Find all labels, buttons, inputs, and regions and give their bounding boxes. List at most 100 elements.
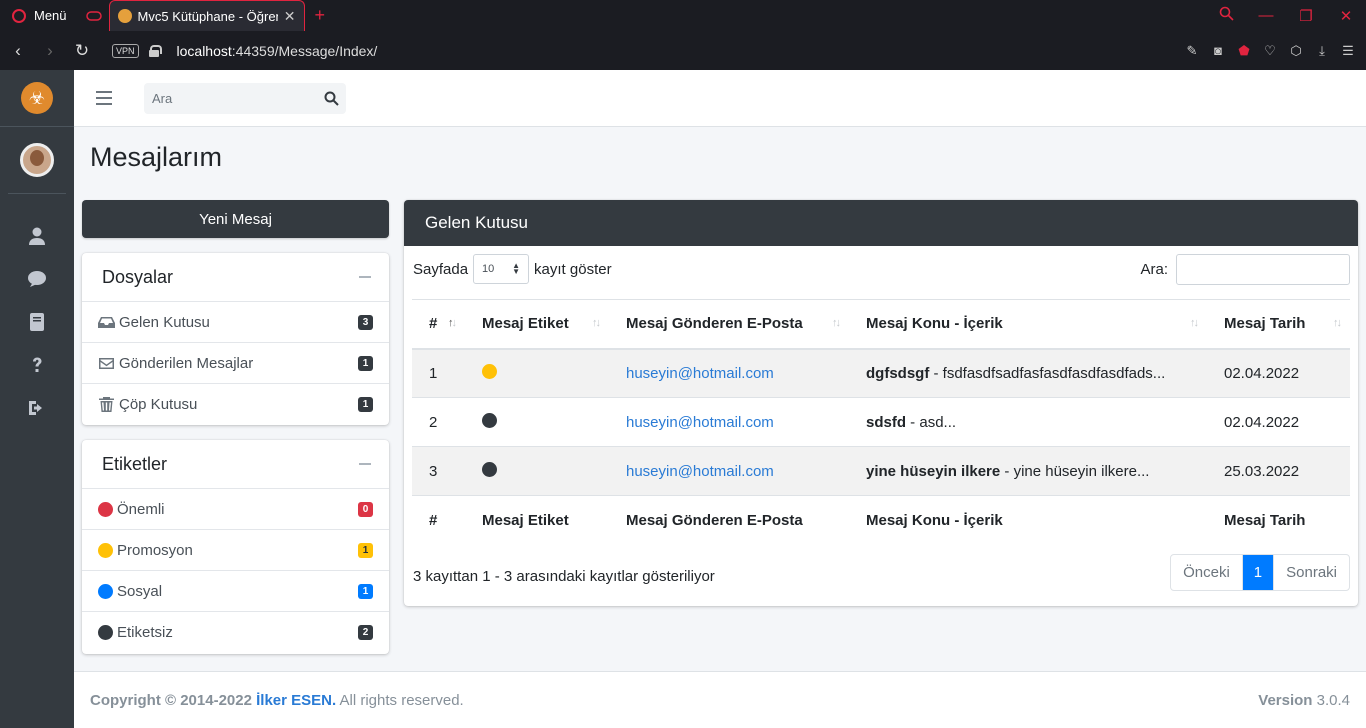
footer-column-label: Mesaj Tarih [1207, 495, 1350, 545]
search-icon[interactable] [316, 91, 346, 106]
browser-menu-button[interactable]: Menü [0, 0, 79, 31]
column-header-no[interactable]: # ↑↓ [412, 299, 465, 350]
cube-icon[interactable]: ⬡ [1288, 43, 1304, 59]
table-footer-row: # Mesaj Etiket Mesaj Gönderen E-Posta Me… [412, 495, 1350, 545]
gamepad-icon[interactable] [79, 0, 109, 31]
label-item-promotion[interactable]: Promosyon 1 [82, 530, 389, 571]
sort-asc-icon: ↑↓ [448, 317, 457, 329]
sidebar-item-profile[interactable] [0, 214, 74, 257]
download-icon[interactable]: ⤓ [1314, 43, 1330, 59]
camera-icon[interactable]: ◙ [1210, 43, 1226, 59]
messages-table: # ↑↓ Mesaj Etiket ↑↓ Mesaj Gönderen E-Post… [412, 299, 1350, 545]
label-item-important[interactable]: Önemli 0 [82, 489, 389, 530]
table-row[interactable]: 2 huseyin@hotmail.com sdsfd - asd... 02.… [412, 397, 1350, 447]
reload-icon[interactable]: ↻ [66, 41, 98, 61]
message-date: 02.04.2022 [1207, 348, 1350, 398]
folder-label: Çöp Kutusu [119, 396, 198, 413]
label-item-unlabeled[interactable]: Etiketsiz 2 [82, 612, 389, 653]
column-header-label: Mesaj Gönderen E-Posta [626, 315, 803, 333]
sender-email-link[interactable]: huseyin@hotmail.com [626, 365, 774, 382]
labels-card: Etiketler Önemli 0 Promosyon 1 Sosyal 1 … [82, 440, 389, 654]
adblock-shield-icon[interactable]: ⬟ [1236, 43, 1252, 59]
header-search-input[interactable] [144, 90, 316, 106]
author-link[interactable]: İlker ESEN. [256, 692, 336, 709]
label-count-badge: 1 [358, 542, 373, 558]
table-search-input[interactable] [1176, 254, 1350, 285]
folder-item-trash[interactable]: Çöp Kutusu 1 [82, 384, 389, 425]
hamburger-menu-icon[interactable] [96, 91, 112, 105]
sidebar-item-logout[interactable] [0, 386, 74, 429]
edit-icon[interactable]: ✎ [1184, 43, 1200, 59]
folder-item-sent[interactable]: Gönderilen Mesajlar 1 [82, 343, 389, 384]
tab-favicon-icon [117, 9, 132, 23]
message-subject[interactable]: sdsfd [866, 414, 906, 431]
column-header-date[interactable]: Mesaj Tarih ↑↓ [1207, 299, 1350, 350]
url-path: :44359/Message/Index/ [231, 42, 378, 59]
dark-label-dot-icon [482, 412, 497, 428]
sidebar-item-help[interactable] [0, 343, 74, 386]
folder-count-badge: 1 [358, 397, 373, 412]
collapse-labels-icon[interactable] [359, 463, 371, 465]
brand-link[interactable]: ☣ [0, 70, 74, 127]
browser-search-icon[interactable] [1206, 6, 1246, 25]
label-item-social[interactable]: Sosyal 1 [82, 571, 389, 612]
yellow-label-dot-icon [482, 363, 497, 379]
table-header-row: # ↑↓ Mesaj Etiket ↑↓ Mesaj Gönderen E-Post… [412, 299, 1350, 350]
red-circle-icon [98, 501, 113, 517]
table-search-label: Ara: [1140, 261, 1168, 278]
collapse-folders-icon[interactable] [359, 276, 371, 278]
close-window-icon[interactable]: ✕ [1326, 7, 1366, 25]
browser-menu-label: Menü [34, 8, 67, 23]
column-header-subject[interactable]: Mesaj Konu - İçerik ↑↓ [849, 299, 1207, 350]
label-count-badge: 0 [358, 501, 373, 517]
row-number: 1 [412, 348, 465, 398]
forward-icon[interactable]: › [34, 41, 66, 61]
table-row[interactable]: 3 huseyin@hotmail.com yine hüseyin ilker… [412, 446, 1350, 496]
sort-icon: ↑↓ [1190, 317, 1199, 329]
sidebar-item-messages[interactable] [0, 257, 74, 300]
lock-icon[interactable] [148, 44, 162, 57]
sign-out-icon [29, 400, 42, 415]
pagination-page-1[interactable]: 1 [1242, 555, 1274, 590]
new-message-button[interactable]: Yeni Mesaj [82, 200, 389, 238]
message-subject[interactable]: yine hüseyin ilkere [866, 463, 1000, 480]
browser-tab-active[interactable]: Mvc5 Kütüphane - Öğrenci ✕ [108, 0, 305, 31]
label-count-badge: 2 [358, 625, 373, 640]
opera-logo-icon [12, 8, 26, 23]
sort-icon: ↑↓ [592, 317, 601, 329]
page-length-control: Sayfada 10 ▲ ▼ kayıt göster [413, 254, 612, 284]
back-icon[interactable]: ‹ [2, 41, 34, 61]
url-field[interactable]: localhost:44359/Message/Index/ [177, 43, 378, 59]
table-row[interactable]: 1 huseyin@hotmail.com dgfsdsgf - fsdfasd… [412, 348, 1350, 398]
page-length-select[interactable]: 10 ▲ ▼ [473, 254, 530, 284]
labels-title: Etiketler [102, 453, 168, 474]
settings-sliders-icon[interactable]: ☰ [1340, 43, 1356, 59]
new-tab-icon[interactable]: + [305, 5, 336, 26]
column-header-label-col[interactable]: Mesaj Etiket ↑↓ [465, 299, 609, 350]
tab-close-icon[interactable]: ✕ [284, 8, 296, 25]
label-name: Önemli [117, 500, 165, 518]
message-subject[interactable]: dgfsdsgf [866, 365, 929, 382]
restore-icon[interactable]: ❐ [1286, 7, 1326, 25]
folder-label: Gelen Kutusu [119, 313, 210, 331]
copyright: Copyright © 2014-2022 İlker ESEN. All ri… [90, 692, 464, 709]
sidebar-item-books[interactable] [0, 300, 74, 343]
column-header-label: # [429, 315, 438, 333]
version-value: 3.0.4 [1312, 691, 1350, 709]
user-panel[interactable] [8, 127, 66, 194]
minimize-icon[interactable]: — [1246, 7, 1286, 24]
folder-item-inbox[interactable]: Gelen Kutusu 3 [82, 302, 389, 343]
yellow-circle-icon [98, 542, 113, 558]
pagination-next-button[interactable]: Sonraki [1273, 555, 1349, 590]
vpn-badge[interactable]: VPN [112, 43, 139, 58]
pagination-prev-button[interactable]: Önceki [1171, 555, 1243, 590]
sort-icon: ↑↓ [1333, 317, 1342, 329]
sender-email-link[interactable]: huseyin@hotmail.com [626, 463, 774, 480]
footer-column-label: # [412, 495, 465, 545]
column-header-email[interactable]: Mesaj Gönderen E-Posta ↑↓ [609, 299, 849, 350]
main-header [74, 70, 1366, 127]
message-preview: - asd... [906, 413, 957, 431]
sender-email-link[interactable]: huseyin@hotmail.com [626, 414, 774, 431]
sort-icon: ↑↓ [832, 317, 841, 329]
heart-icon[interactable]: ♡ [1262, 43, 1278, 59]
